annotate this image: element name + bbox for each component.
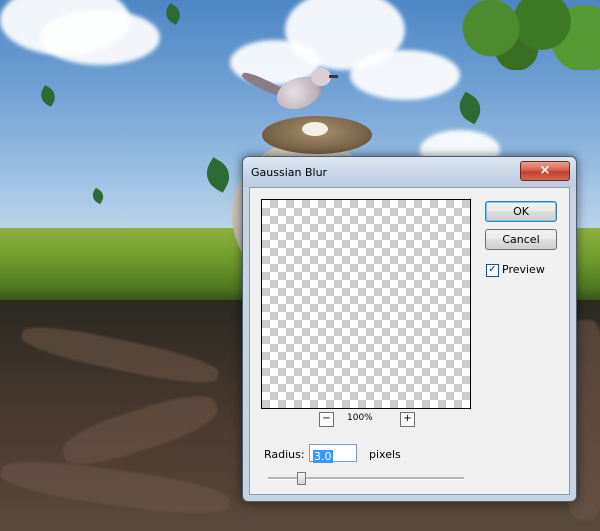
cloud	[40, 10, 160, 65]
gaussian-blur-dialog: Gaussian Blur × − 100% + OK Cancel ✓ Pre…	[242, 156, 577, 502]
radius-label: Radius:	[264, 448, 305, 461]
radius-value: 3.0	[313, 450, 333, 463]
title-bar[interactable]: Gaussian Blur ×	[243, 157, 576, 187]
plus-icon: +	[403, 413, 412, 424]
bird-beak	[329, 75, 338, 78]
nest-egg	[302, 122, 328, 136]
preview-label: Preview	[502, 263, 545, 276]
cancel-button[interactable]: Cancel	[485, 229, 557, 250]
close-button[interactable]: ×	[520, 161, 570, 181]
checkmark-icon: ✓	[488, 264, 497, 275]
minus-icon: −	[322, 413, 331, 424]
tree-leaves	[440, 0, 600, 70]
units-label: pixels	[369, 448, 401, 461]
zoom-level: 100%	[347, 413, 373, 423]
dialog-title: Gaussian Blur	[251, 166, 328, 179]
dialog-body: − 100% + OK Cancel ✓ Preview Radius: 3.0…	[249, 187, 570, 495]
preview-canvas[interactable]	[261, 199, 471, 409]
radius-slider-thumb[interactable]	[297, 472, 307, 485]
zoom-in-button[interactable]: +	[400, 412, 415, 427]
preview-checkbox[interactable]: ✓	[486, 264, 499, 277]
radius-input[interactable]: 3.0	[309, 444, 357, 463]
zoom-out-button[interactable]: −	[319, 412, 334, 427]
close-icon: ×	[539, 163, 551, 178]
bird-head	[311, 68, 331, 86]
ok-button[interactable]: OK	[485, 201, 557, 222]
